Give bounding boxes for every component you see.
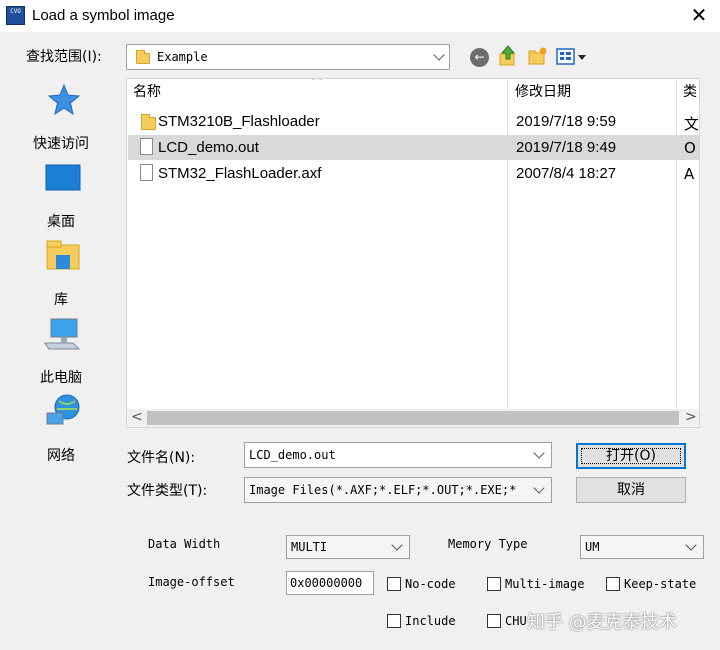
- window-title: Load a symbol image: [32, 7, 175, 24]
- place-label: 库: [54, 292, 68, 308]
- chu-checkbox[interactable]: [487, 614, 501, 628]
- filename-input[interactable]: LCD_demo.out: [244, 442, 552, 468]
- memory-type-select[interactable]: UM: [580, 535, 704, 559]
- place-desktop[interactable]: 桌面: [0, 161, 122, 231]
- memory-type-label: Memory Type: [448, 537, 528, 551]
- column-header-name[interactable]: 名称: [133, 81, 161, 101]
- cancel-button[interactable]: 取消: [576, 477, 686, 503]
- lookin-label: 查找范围(I):: [26, 49, 102, 65]
- column-header-date[interactable]: 修改日期: [515, 81, 571, 101]
- scroll-right-icon[interactable]: >: [685, 409, 697, 425]
- column-header-type[interactable]: 类: [683, 81, 697, 101]
- file-date: 2019/7/18 9:59: [516, 113, 617, 130]
- filetype-value: Image Files(*.AXF;*.ELF;*.OUT;*.EXE;*: [249, 483, 517, 497]
- data-width-select[interactable]: MULTI: [286, 535, 410, 559]
- include-checkbox[interactable]: [387, 614, 401, 628]
- place-this-pc[interactable]: 此电脑: [0, 317, 122, 387]
- filetype-label: 文件类型(T):: [127, 483, 208, 499]
- file-date: 2007/8/4 18:27: [516, 165, 617, 182]
- back-arrow-icon[interactable]: ←: [470, 48, 489, 67]
- filename-label: 文件名(N):: [127, 450, 196, 466]
- title-bar: CVO Load a symbol image ✕: [0, 0, 720, 32]
- image-offset-value: 0x00000000: [290, 576, 363, 590]
- chevron-down-icon: [685, 539, 697, 551]
- new-folder-icon[interactable]: [527, 46, 549, 66]
- file-icon: [140, 138, 153, 155]
- computer-icon: [44, 318, 81, 350]
- chevron-down-icon: [391, 539, 403, 551]
- scroll-thumb[interactable]: [147, 411, 679, 425]
- memory-type-value: UM: [585, 540, 600, 554]
- desktop-icon: [45, 164, 81, 191]
- place-network[interactable]: 网络: [0, 393, 122, 464]
- folder-icon: [136, 50, 150, 64]
- app-icon: CVO: [6, 6, 25, 25]
- up-folder-icon[interactable]: [498, 45, 518, 67]
- file-row[interactable]: STM3210B_Flashloader 2019/7/18 9:59 文: [128, 109, 699, 134]
- chevron-down-icon: [433, 49, 445, 61]
- app-icon-text: CVO: [10, 8, 21, 15]
- multi-image-checkbox[interactable]: [487, 577, 501, 591]
- chevron-down-icon: [533, 482, 545, 494]
- view-menu-icon[interactable]: [556, 48, 590, 66]
- file-name: STM3210B_Flashloader: [158, 113, 320, 130]
- file-type: A: [684, 165, 695, 183]
- file-type: O: [684, 139, 696, 157]
- focus-ring: [581, 448, 681, 464]
- include-label: Include: [405, 614, 456, 628]
- file-name: STM32_FlashLoader.axf: [158, 165, 322, 182]
- place-label: 此电脑: [40, 370, 82, 386]
- data-width-value: MULTI: [291, 540, 328, 554]
- keep-state-label: Keep-state: [624, 577, 697, 591]
- folder-icon: [141, 114, 156, 130]
- sort-up-icon: ^: [311, 78, 323, 90]
- horizontal-scrollbar[interactable]: < >: [127, 409, 699, 427]
- lookin-combo[interactable]: Example: [126, 44, 450, 70]
- chevron-down-icon[interactable]: [533, 447, 545, 459]
- file-date: 2019/7/18 9:49: [516, 139, 617, 156]
- multi-image-label: Multi-image: [505, 577, 585, 591]
- no-code-checkbox[interactable]: [387, 577, 401, 591]
- chu-label: CHU: [505, 614, 527, 628]
- scroll-left-icon[interactable]: <: [131, 409, 143, 425]
- place-label: 网络: [47, 448, 75, 464]
- star-icon: [47, 83, 81, 116]
- file-icon: [140, 164, 153, 181]
- place-quick-access[interactable]: 快速访问: [0, 83, 122, 153]
- file-row-selected[interactable]: LCD_demo.out 2019/7/18 9:49 O: [128, 135, 699, 160]
- file-name: LCD_demo.out: [158, 139, 259, 156]
- place-library[interactable]: 库: [0, 239, 122, 309]
- places-bar: 快速访问 桌面 库 此电脑 网络: [0, 75, 122, 520]
- cancel-button-label: 取消: [617, 482, 645, 498]
- library-icon: [46, 240, 80, 270]
- image-offset-input[interactable]: 0x00000000: [286, 571, 374, 595]
- data-width-label: Data Width: [148, 537, 221, 551]
- file-list[interactable]: 名称 ^ 修改日期 类 STM3210B_Flashloader 2019/7/…: [126, 78, 700, 428]
- place-label: 桌面: [47, 214, 75, 230]
- watermark-text: 知乎 @麦克泰技术: [527, 612, 677, 633]
- keep-state-checkbox[interactable]: [606, 577, 620, 591]
- lookin-value: Example: [157, 50, 208, 64]
- file-type: 文: [684, 115, 698, 133]
- open-button[interactable]: 打开(O): [576, 443, 686, 469]
- close-icon[interactable]: ✕: [688, 4, 710, 26]
- network-icon: [46, 394, 80, 425]
- filetype-select[interactable]: Image Files(*.AXF;*.ELF;*.OUT;*.EXE;*: [244, 477, 552, 503]
- file-row[interactable]: STM32_FlashLoader.axf 2007/8/4 18:27 A: [128, 161, 699, 186]
- no-code-label: No-code: [405, 577, 456, 591]
- filename-value: LCD_demo.out: [249, 448, 336, 462]
- place-label: 快速访问: [33, 136, 89, 152]
- image-offset-label: Image-offset: [148, 575, 235, 589]
